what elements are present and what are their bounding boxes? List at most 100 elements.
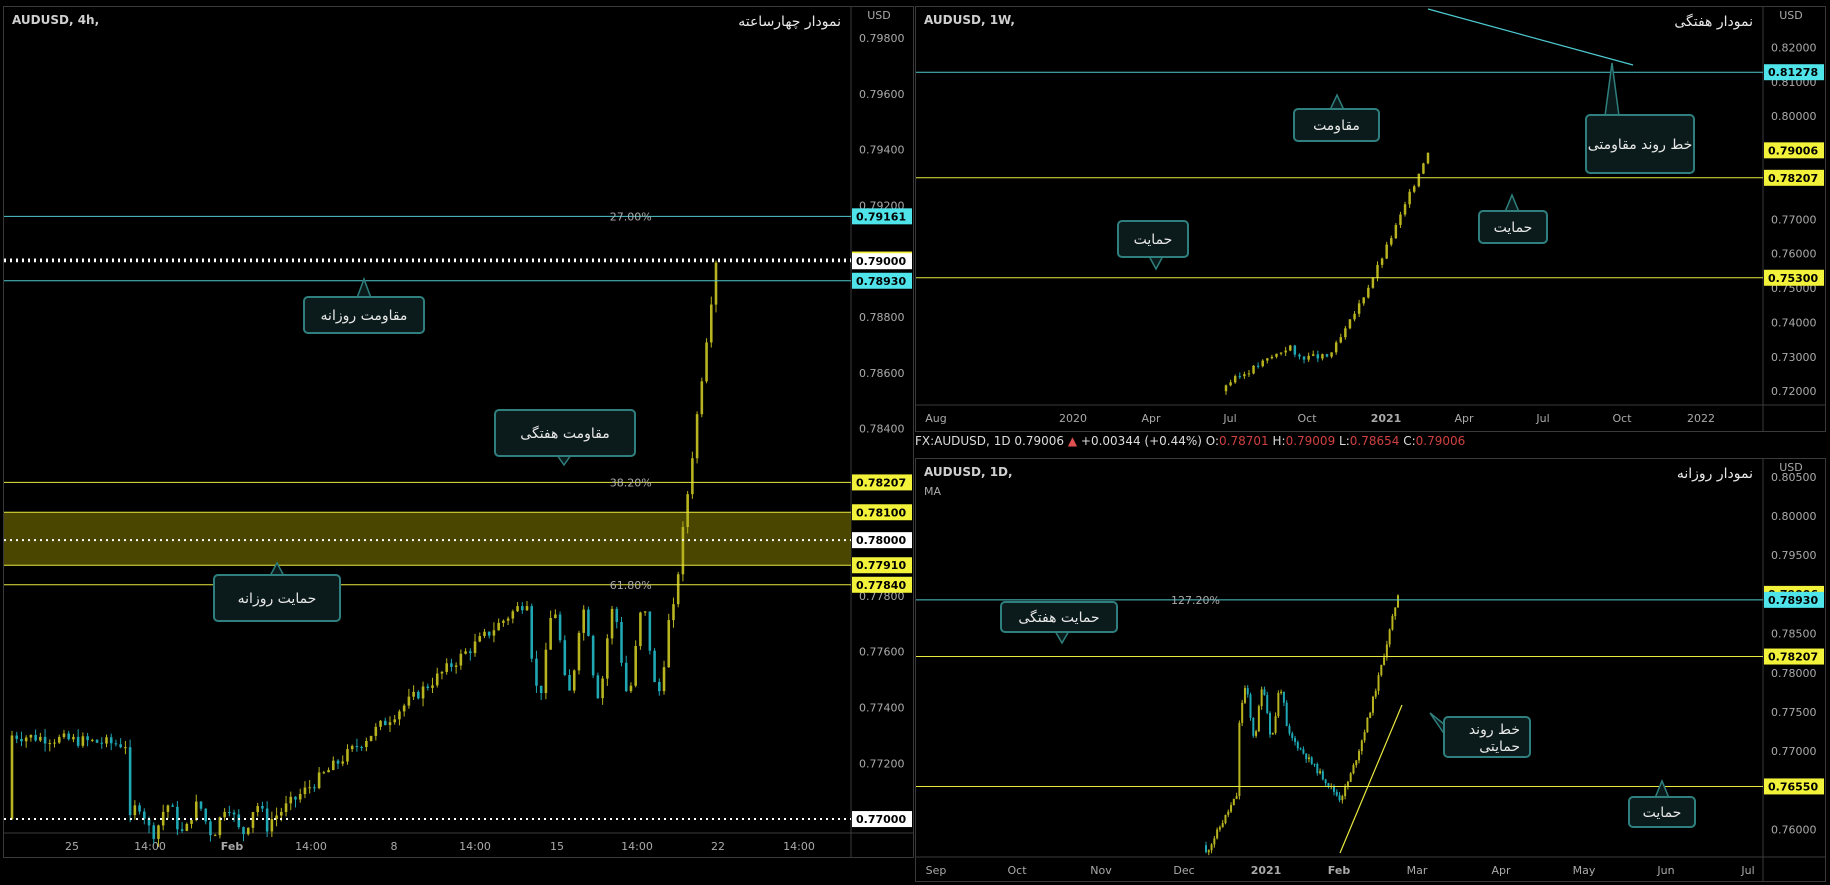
candle-body xyxy=(138,805,141,812)
candle-body xyxy=(1257,706,1260,732)
candle-body xyxy=(48,743,52,745)
price-label: 0.77840 xyxy=(856,579,906,592)
candle-body xyxy=(1358,751,1361,761)
x-tick-label: Feb xyxy=(1328,864,1351,877)
candle-body xyxy=(1352,765,1355,774)
info-change: +0.00344 (+0.44%) xyxy=(1080,434,1202,448)
info-low: 0.78654 xyxy=(1349,434,1400,448)
candle-body xyxy=(133,805,137,816)
y-tick-label: 0.79500 xyxy=(1771,549,1817,562)
price-label: 0.78100 xyxy=(856,506,906,519)
y-tick-label: 0.79800 xyxy=(859,32,905,45)
chart-pane-1w[interactable]: AUDUSD, 1W, نمودار هفتگی USD 0.82000 0.81000… xyxy=(915,6,1826,432)
support-trendline xyxy=(1339,704,1403,854)
price-label: 0.78207 xyxy=(1768,172,1818,185)
candle-body xyxy=(445,663,448,672)
candle-body xyxy=(1380,664,1383,676)
candle-body xyxy=(1348,319,1352,329)
candle-body xyxy=(1241,702,1244,723)
candle-body xyxy=(124,747,127,749)
candle-body xyxy=(81,736,85,746)
chart-pane-1d[interactable]: AUDUSD, 1D, نمودار روزانه USD MA 0.80500 0.80… xyxy=(915,458,1826,882)
candle-body xyxy=(700,381,704,415)
candle-body xyxy=(62,733,66,738)
fib-level-label: 127.20% xyxy=(1171,594,1220,607)
x-tick-label: Feb xyxy=(221,840,244,853)
callout-text: مقاومت روزانه xyxy=(321,308,408,324)
y-tick-label: 0.77200 xyxy=(859,757,905,770)
candle-body xyxy=(1310,757,1313,764)
candle-body xyxy=(166,805,170,812)
candle-body xyxy=(1266,695,1269,714)
candle-body xyxy=(606,638,609,679)
chart-pane-4h[interactable]: AUDUSD, 4h, نمودار چهارساعته USD 0.79800 0.7… xyxy=(3,6,914,858)
candle-body xyxy=(520,606,524,611)
candle-body xyxy=(1263,689,1266,696)
x-tick-label: Apr xyxy=(1491,864,1511,877)
candle-body xyxy=(709,304,713,343)
candle-body xyxy=(634,646,637,686)
candle-body xyxy=(1280,691,1283,693)
candle-body xyxy=(1246,688,1249,695)
price-label: 0.76550 xyxy=(1768,780,1818,793)
x-tick-label: 2021 xyxy=(1251,864,1282,877)
candle-body xyxy=(1367,287,1370,298)
candle-body xyxy=(341,761,345,764)
candle-body xyxy=(577,632,581,671)
candle-body xyxy=(213,835,217,837)
candle-body xyxy=(440,671,444,674)
candle-body xyxy=(1307,355,1310,360)
candle-body xyxy=(662,667,666,692)
candle-body xyxy=(1311,354,1315,356)
candle-body xyxy=(251,812,255,828)
candle-body xyxy=(1293,345,1297,355)
candle-body xyxy=(369,735,373,741)
candle-body xyxy=(1397,595,1399,608)
price-label: 0.79006 xyxy=(1768,144,1818,157)
candle-body xyxy=(1252,717,1255,736)
chart-1d-svg[interactable]: AUDUSD, 1D, نمودار روزانه USDMA0.805000.80… xyxy=(916,459,1825,881)
chart-1w-svg[interactable]: AUDUSD, 1W, نمودار هفتگی USD0.820000.81000… xyxy=(916,7,1825,431)
candle-body xyxy=(620,621,623,663)
candle-body xyxy=(1335,791,1338,796)
price-label: 0.77910 xyxy=(856,559,906,572)
candle-body xyxy=(539,685,543,694)
info-open: 0.78701 xyxy=(1219,434,1269,448)
chart-4h-svg[interactable]: AUDUSD, 4h, نمودار چهارساعته USD 0.79800 0.7… xyxy=(4,7,913,857)
candle-body xyxy=(1270,356,1274,359)
callout-pointer xyxy=(1328,93,1346,111)
candle-body xyxy=(1385,244,1388,259)
candle-body xyxy=(280,811,283,816)
info-close-label: C: xyxy=(1403,434,1416,448)
candle-body xyxy=(109,737,113,744)
candle-body xyxy=(1394,607,1397,617)
price-label: 0.78930 xyxy=(856,275,906,288)
candle-body xyxy=(294,796,297,800)
candle-body xyxy=(152,825,156,839)
candle-body xyxy=(1235,796,1238,799)
x-tick-label: Jul xyxy=(1222,412,1236,425)
candle-body xyxy=(435,673,439,686)
candle-body xyxy=(95,739,99,743)
candle-body xyxy=(1366,717,1369,733)
callout-text: مقاومت xyxy=(1313,118,1360,134)
candle-body xyxy=(705,342,708,382)
candle-body xyxy=(1339,337,1343,343)
y-tick-label: 0.78800 xyxy=(859,311,905,324)
candle-body xyxy=(246,827,250,835)
price-label: 0.78207 xyxy=(1768,651,1818,664)
candle-body xyxy=(1282,691,1285,703)
candle-body xyxy=(67,733,70,740)
fib-level-label: 61.80% xyxy=(610,579,652,592)
candle-body xyxy=(1371,277,1375,288)
candle-body xyxy=(459,653,463,666)
candle-body xyxy=(1380,258,1384,265)
candle-body xyxy=(525,606,529,611)
callout-pointer xyxy=(355,276,373,299)
candle-body xyxy=(563,640,567,676)
candle-body xyxy=(601,678,604,699)
y-tick-label: 0.78500 xyxy=(1771,628,1817,641)
y-tick-label: 0.78000 xyxy=(1771,667,1817,680)
candle-body xyxy=(322,772,326,774)
candle-body xyxy=(1238,722,1241,797)
